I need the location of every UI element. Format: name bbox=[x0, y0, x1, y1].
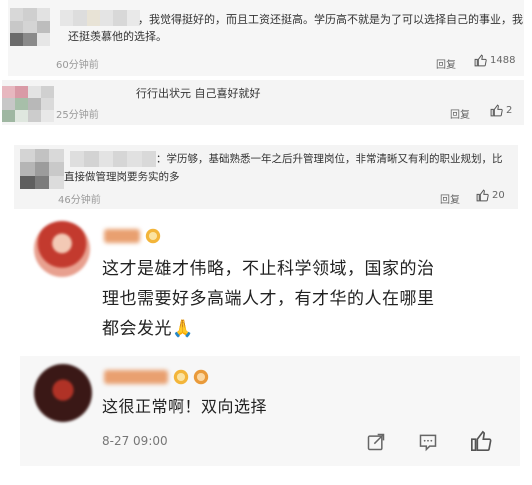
comment-icon[interactable] bbox=[418, 432, 438, 452]
share-icon[interactable] bbox=[366, 432, 386, 452]
thumbs-up-icon[interactable] bbox=[470, 430, 492, 452]
comment-time: 25分钟前 bbox=[56, 110, 99, 121]
thumbs-up-icon bbox=[476, 189, 489, 202]
comment-card: ，我觉得挺好的，而且工资还挺高。学历高不就是为了可以选择自己的事业，我 还挺羡慕… bbox=[8, 0, 524, 76]
reply-button[interactable]: 回复 bbox=[436, 56, 456, 71]
comment-text: 这很正常啊！双向选择 bbox=[102, 397, 268, 416]
medal-badge-icon bbox=[145, 228, 161, 244]
comment-text: 还挺羡慕他的选择。 bbox=[68, 30, 167, 43]
blurred-username bbox=[104, 229, 140, 243]
comment-card: ：学历够，基础熟悉一年之后升管理岗位，非常清晰又有利的职业规划，比 直接做管理岗… bbox=[14, 145, 518, 209]
like-button[interactable]: 2 bbox=[490, 104, 512, 117]
thumbs-up-icon bbox=[490, 104, 503, 117]
comment-time: 8-27 09:00 bbox=[102, 434, 168, 448]
medal-badge-icon bbox=[173, 369, 189, 385]
comment-card: 这很正常啊！双向选择 8-27 09:00 bbox=[20, 356, 520, 466]
blurred-avatar bbox=[34, 364, 92, 422]
blurred-avatar bbox=[20, 149, 64, 189]
like-button[interactable]: 1488 bbox=[474, 54, 515, 67]
comment-card: 这才是雄才伟略，不止科学领域，国家的治 理也需要好多高端人才，有才华的人在哪里 … bbox=[22, 213, 520, 353]
reply-button[interactable]: 回复 bbox=[440, 191, 460, 206]
blurred-avatar bbox=[10, 8, 50, 46]
like-count: 20 bbox=[492, 190, 505, 201]
comment-text: 理也需要好多高端人才，有才华的人在哪里 bbox=[102, 289, 435, 309]
blurred-username bbox=[104, 370, 168, 384]
blurred-avatar bbox=[34, 221, 90, 277]
comment-time: 60分钟前 bbox=[56, 60, 99, 71]
comment-text: 这才是雄才伟略，不止科学领域，国家的治 bbox=[102, 259, 435, 279]
comment-time: 46分钟前 bbox=[58, 195, 101, 206]
thumbs-up-icon bbox=[474, 54, 487, 67]
blurred-avatar bbox=[2, 86, 54, 122]
comment-text: 行行出状元 自己喜好就好 bbox=[136, 87, 261, 100]
blurred-username bbox=[60, 10, 140, 26]
comment-text: ：学历够，基础熟悉一年之后升管理岗位，非常清晰又有利的职业规划，比 bbox=[156, 153, 503, 165]
medal-badge-icon bbox=[193, 369, 209, 385]
reply-button[interactable]: 回复 bbox=[450, 106, 470, 121]
like-button[interactable]: 20 bbox=[476, 189, 505, 202]
like-count: 2 bbox=[506, 105, 513, 116]
like-count: 1488 bbox=[490, 55, 516, 66]
comment-card: 行行出状元 自己喜好就好 25分钟前 回复 2 bbox=[2, 80, 524, 125]
comment-text: ，我觉得挺好的，而且工资还挺高。学历高不就是为了可以选择自己的事业，我 bbox=[138, 13, 523, 26]
comment-text: 都会发光🙏 bbox=[102, 319, 194, 339]
comment-text: 直接做管理岗要务实的多 bbox=[64, 171, 180, 183]
blurred-username bbox=[70, 151, 156, 167]
